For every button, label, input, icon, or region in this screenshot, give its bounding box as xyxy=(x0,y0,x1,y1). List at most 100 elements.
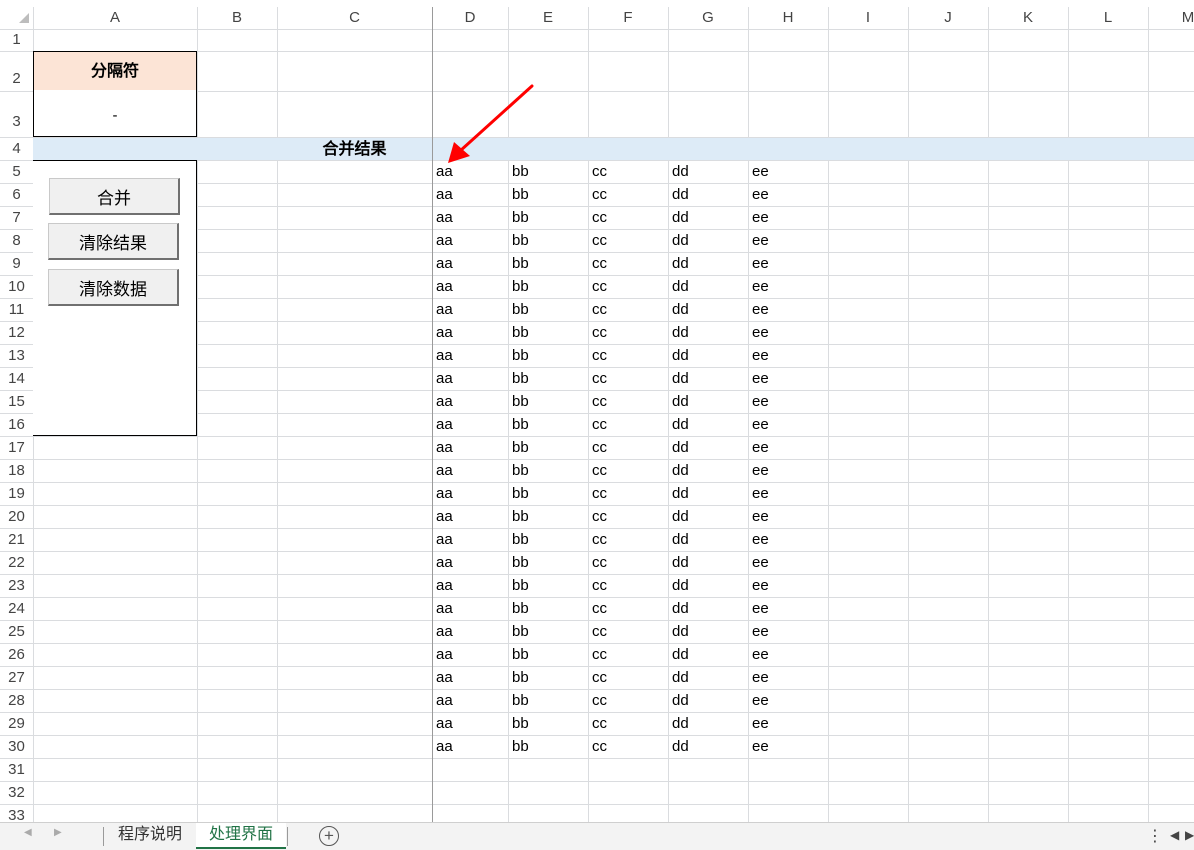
data-cell[interactable]: aa xyxy=(432,390,508,413)
data-cell[interactable]: dd xyxy=(668,298,748,321)
data-cell[interactable]: dd xyxy=(668,551,748,574)
row-header[interactable]: 27 xyxy=(0,666,33,689)
row-header[interactable]: 7 xyxy=(0,206,33,229)
row-header[interactable]: 13 xyxy=(0,344,33,367)
prev-sheet-icon[interactable]: ◀ xyxy=(24,827,32,838)
row-header[interactable]: 9 xyxy=(0,252,33,275)
data-cell[interactable]: ee xyxy=(748,344,828,367)
data-cell[interactable]: cc xyxy=(588,574,668,597)
data-cell[interactable]: dd xyxy=(668,505,748,528)
row-header[interactable]: 4 xyxy=(0,137,33,160)
data-cell[interactable]: dd xyxy=(668,459,748,482)
data-cell[interactable]: cc xyxy=(588,390,668,413)
data-cell[interactable]: aa xyxy=(432,574,508,597)
row-header[interactable]: 31 xyxy=(0,758,33,781)
data-cell[interactable]: dd xyxy=(668,206,748,229)
data-cell[interactable]: dd xyxy=(668,367,748,390)
data-cell[interactable]: ee xyxy=(748,298,828,321)
row-header[interactable]: 26 xyxy=(0,643,33,666)
data-cell[interactable]: cc xyxy=(588,298,668,321)
row-header[interactable]: 29 xyxy=(0,712,33,735)
data-cell[interactable]: cc xyxy=(588,252,668,275)
column-header-m[interactable]: M xyxy=(1148,7,1194,29)
data-cell[interactable]: cc xyxy=(588,275,668,298)
data-cell[interactable]: bb xyxy=(508,597,588,620)
data-cell[interactable]: aa xyxy=(432,275,508,298)
merge-button[interactable]: 合并 xyxy=(49,178,180,215)
merge-result-header-row[interactable] xyxy=(33,138,1194,160)
column-header-d[interactable]: D xyxy=(432,7,508,29)
data-cell[interactable]: bb xyxy=(508,551,588,574)
data-cell[interactable]: dd xyxy=(668,643,748,666)
row-header[interactable]: 33 xyxy=(0,804,33,822)
data-cell[interactable]: ee xyxy=(748,712,828,735)
data-cell[interactable]: dd xyxy=(668,528,748,551)
data-cell[interactable]: dd xyxy=(668,689,748,712)
data-cell[interactable]: cc xyxy=(588,436,668,459)
row-header[interactable]: 12 xyxy=(0,321,33,344)
data-cell[interactable]: cc xyxy=(588,620,668,643)
data-cell[interactable]: aa xyxy=(432,344,508,367)
data-cell[interactable]: aa xyxy=(432,436,508,459)
column-header-k[interactable]: K xyxy=(988,7,1068,29)
data-cell[interactable]: aa xyxy=(432,252,508,275)
data-cell[interactable]: aa xyxy=(432,666,508,689)
data-cell[interactable]: aa xyxy=(432,298,508,321)
data-cell[interactable]: bb xyxy=(508,735,588,758)
column-header-h[interactable]: H xyxy=(748,7,828,29)
column-header-g[interactable]: G xyxy=(668,7,748,29)
row-header[interactable]: 2 xyxy=(0,51,33,91)
data-cell[interactable]: bb xyxy=(508,344,588,367)
data-cell[interactable]: ee xyxy=(748,160,828,183)
row-header[interactable]: 21 xyxy=(0,528,33,551)
row-header[interactable]: 20 xyxy=(0,505,33,528)
row-header[interactable]: 22 xyxy=(0,551,33,574)
data-cell[interactable]: ee xyxy=(748,551,828,574)
data-cell[interactable]: cc xyxy=(588,482,668,505)
data-cell[interactable]: ee xyxy=(748,482,828,505)
data-cell[interactable]: cc xyxy=(588,413,668,436)
data-cell[interactable]: aa xyxy=(432,413,508,436)
data-cell[interactable]: dd xyxy=(668,344,748,367)
data-cell[interactable]: ee xyxy=(748,275,828,298)
clear-data-button[interactable]: 清除数据 xyxy=(48,269,179,306)
data-cell[interactable]: ee xyxy=(748,252,828,275)
data-cell[interactable]: ee xyxy=(748,321,828,344)
data-cell[interactable]: bb xyxy=(508,367,588,390)
data-cell[interactable]: cc xyxy=(588,551,668,574)
data-cell[interactable]: bb xyxy=(508,229,588,252)
data-cell[interactable]: cc xyxy=(588,712,668,735)
data-cell[interactable]: bb xyxy=(508,689,588,712)
data-cell[interactable]: ee xyxy=(748,505,828,528)
row-header[interactable]: 18 xyxy=(0,459,33,482)
data-cell[interactable]: bb xyxy=(508,390,588,413)
data-cell[interactable]: dd xyxy=(668,436,748,459)
row-header[interactable]: 28 xyxy=(0,689,33,712)
data-cell[interactable]: bb xyxy=(508,620,588,643)
column-header-c[interactable]: C xyxy=(277,7,432,29)
data-cell[interactable]: bb xyxy=(508,252,588,275)
data-cell[interactable]: aa xyxy=(432,689,508,712)
more-options-icon[interactable]: ⋮ xyxy=(1147,826,1163,846)
data-cell[interactable]: ee xyxy=(748,620,828,643)
data-cell[interactable]: cc xyxy=(588,160,668,183)
data-cell[interactable]: bb xyxy=(508,275,588,298)
row-header[interactable]: 16 xyxy=(0,413,33,436)
data-cell[interactable]: dd xyxy=(668,574,748,597)
data-cell[interactable]: dd xyxy=(668,712,748,735)
data-cell[interactable]: bb xyxy=(508,206,588,229)
data-cell[interactable]: ee xyxy=(748,735,828,758)
data-cell[interactable]: aa xyxy=(432,206,508,229)
data-cell[interactable]: aa xyxy=(432,528,508,551)
data-cell[interactable]: cc xyxy=(588,344,668,367)
data-cell[interactable]: ee xyxy=(748,574,828,597)
row-header[interactable]: 30 xyxy=(0,735,33,758)
row-header[interactable]: 10 xyxy=(0,275,33,298)
data-cell[interactable]: aa xyxy=(432,620,508,643)
data-cell[interactable]: ee xyxy=(748,597,828,620)
data-cell[interactable]: aa xyxy=(432,482,508,505)
data-cell[interactable]: aa xyxy=(432,505,508,528)
data-cell[interactable]: dd xyxy=(668,252,748,275)
scroll-right-icon[interactable]: ▶ xyxy=(1185,828,1194,842)
data-cell[interactable]: bb xyxy=(508,666,588,689)
